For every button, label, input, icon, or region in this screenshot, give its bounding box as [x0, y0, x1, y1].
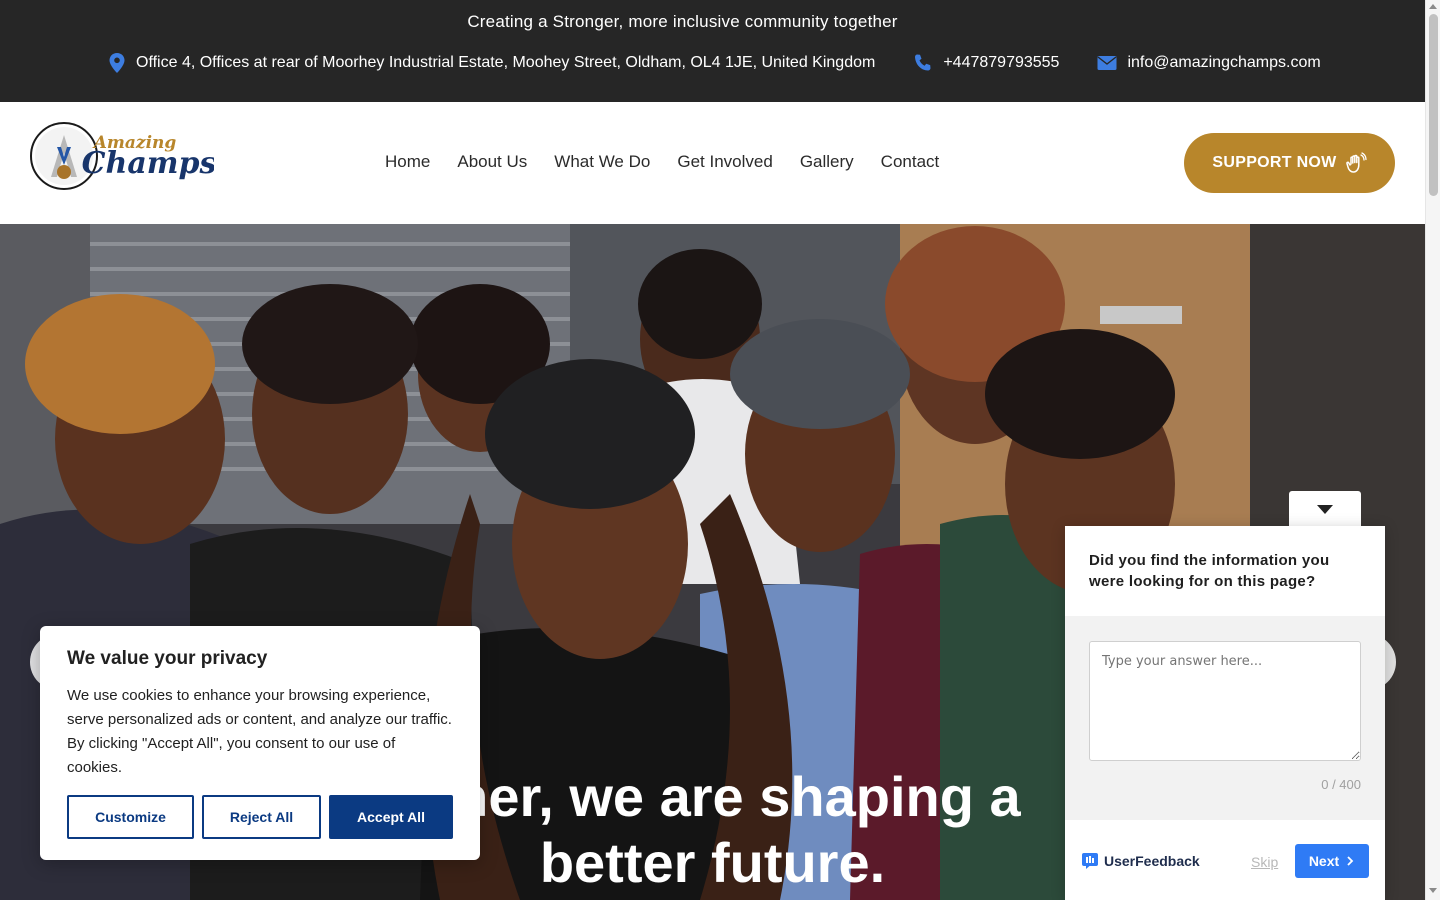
hand-wave-icon — [1345, 152, 1367, 173]
feedback-answer-input[interactable] — [1089, 641, 1361, 761]
phone-icon — [915, 54, 931, 71]
scroll-thumb[interactable] — [1429, 14, 1438, 196]
page-scrollbar[interactable] — [1425, 0, 1440, 900]
cookie-buttons: Customize Reject All Accept All — [67, 795, 461, 839]
cookie-customize-button[interactable]: Customize — [67, 795, 194, 839]
main-nav: Home About Us What We Do Get Involved Ga… — [385, 152, 966, 172]
address-text: Office 4, Offices at rear of Moorhey Ind… — [136, 54, 876, 71]
envelope-icon — [1097, 56, 1117, 70]
feedback-char-counter: 0 / 400 — [1321, 777, 1361, 792]
cookie-reject-all-button[interactable]: Reject All — [202, 795, 321, 839]
feedback-question: Did you find the information you were lo… — [1065, 526, 1385, 616]
phone-text[interactable]: +447879793555 — [943, 54, 1059, 72]
site-logo[interactable]: Amazing Champs — [29, 121, 216, 193]
feedback-next-label: Next — [1308, 853, 1340, 869]
chevron-right-icon — [1347, 856, 1354, 866]
nav-get-involved[interactable]: Get Involved — [677, 152, 772, 172]
userfeedback-logo-icon — [1082, 853, 1098, 869]
support-now-button[interactable]: SUPPORT NOW — [1184, 133, 1395, 193]
nav-home[interactable]: Home — [385, 152, 430, 172]
caret-down-icon — [1317, 504, 1333, 514]
cookie-consent-panel: We value your privacy We use cookies to … — [40, 626, 480, 860]
cookie-title: We value your privacy — [67, 648, 268, 669]
cookie-body: We use cookies to enhance your browsing … — [67, 687, 452, 776]
scroll-down-arrow[interactable] — [1429, 888, 1437, 893]
address-item: Office 4, Offices at rear of Moorhey Ind… — [108, 52, 875, 74]
feedback-widget: Did you find the information you were lo… — [1065, 526, 1385, 900]
userfeedback-brand-text: UserFeedback — [1104, 853, 1200, 869]
scroll-up-arrow[interactable] — [1429, 4, 1437, 9]
feedback-skip-link[interactable]: Skip — [1251, 854, 1278, 870]
top-info-bar: Creating a Stronger, more inclusive comm… — [0, 0, 1425, 102]
nav-what-we-do[interactable]: What We Do — [554, 152, 650, 172]
contact-row: Office 4, Offices at rear of Moorhey Ind… — [108, 52, 1359, 74]
location-pin-icon — [109, 53, 125, 73]
cookie-accept-all-button[interactable]: Accept All — [329, 795, 453, 839]
email-text[interactable]: info@amazingchamps.com — [1127, 54, 1320, 72]
tagline: Creating a Stronger, more inclusive comm… — [467, 12, 898, 31]
nav-gallery[interactable]: Gallery — [800, 152, 854, 172]
logo-line2: Champs — [82, 146, 214, 181]
site-header: Amazing Champs Home About Us What We Do … — [0, 102, 1425, 224]
feedback-footer: UserFeedback Skip Next — [1065, 820, 1385, 900]
email-item[interactable]: info@amazingchamps.com — [1097, 54, 1321, 72]
feedback-next-button[interactable]: Next — [1295, 844, 1369, 878]
nav-contact[interactable]: Contact — [881, 152, 940, 172]
support-now-label: SUPPORT NOW — [1212, 154, 1337, 171]
feedback-collapse-toggle[interactable] — [1289, 491, 1361, 527]
nav-about-us[interactable]: About Us — [457, 152, 527, 172]
userfeedback-brand: UserFeedback — [1081, 852, 1200, 870]
phone-item[interactable]: +447879793555 — [913, 53, 1059, 73]
